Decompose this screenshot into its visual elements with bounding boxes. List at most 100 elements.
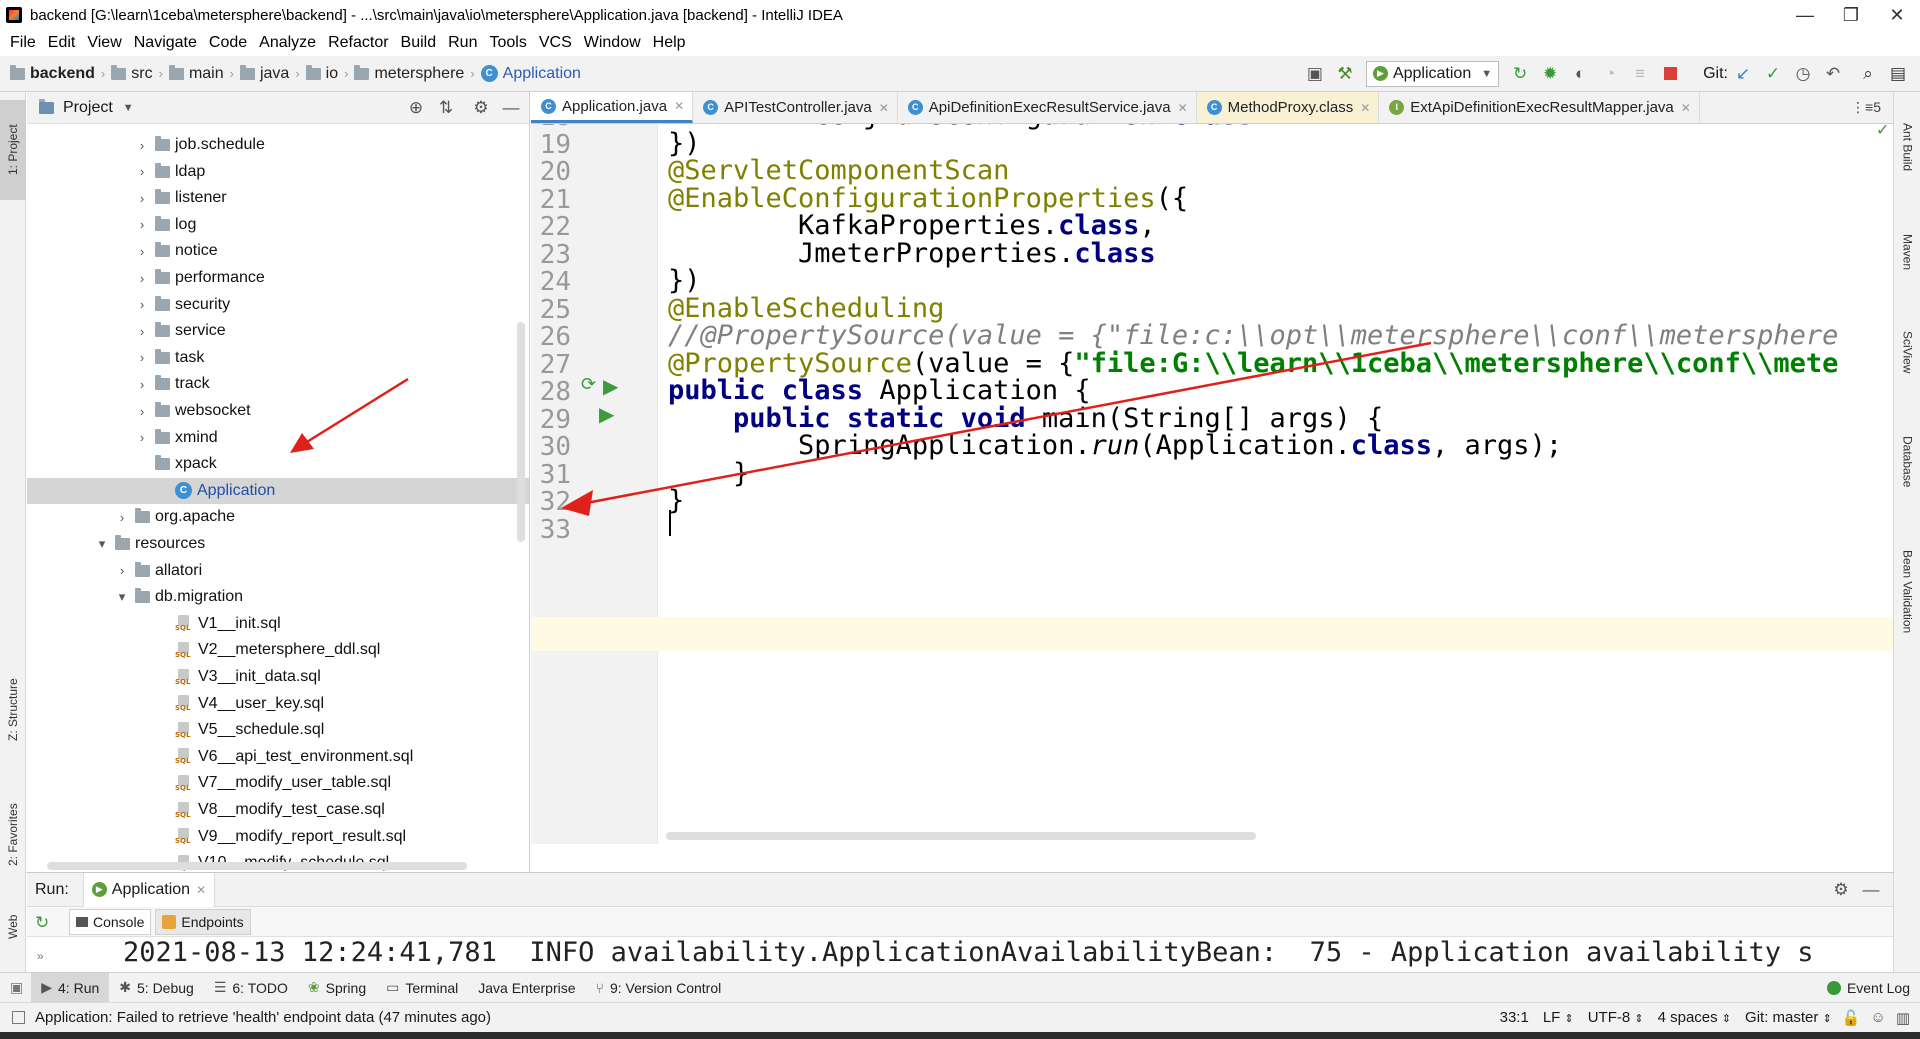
menu-run[interactable]: Run [442,34,483,52]
history-icon[interactable]: ◷ [1791,62,1815,86]
expand-arrow-icon[interactable]: › [135,244,149,259]
more-run-icon[interactable]: ≡ [1628,62,1652,86]
tree-item[interactable]: › ldap [135,159,205,185]
hide-panel-icon[interactable]: — [499,96,523,120]
editor-tab[interactable]: I ExtApiDefinitionExecResultMapper.java ✕ [1379,92,1700,123]
tree-item[interactable]: › xmind [135,425,218,451]
editor-tab[interactable]: C MethodProxy.class ✕ [1196,92,1380,123]
expand-arrow-icon[interactable]: › [135,324,149,339]
expand-arrow-icon[interactable]: › [135,138,149,153]
tree-item[interactable]: › allatori [115,558,202,584]
git-branch[interactable]: Git: master ⇕ [1745,1009,1832,1026]
expand-icon[interactable]: » [37,949,44,963]
bottom-tool-button[interactable]: ☰ 6: TODO [204,973,298,1003]
tree-item[interactable]: › track [135,371,210,397]
tree-item[interactable]: V2__metersphere_ddl.sql [155,637,380,663]
tree-item[interactable]: › websocket [135,398,251,424]
tree-item[interactable]: V6__api_test_environment.sql [155,744,413,770]
expand-arrow-icon[interactable]: › [135,217,149,232]
sciview-tab[interactable]: SciView [1894,312,1920,392]
tree-item[interactable]: V5__schedule.sql [155,717,324,743]
tree-item[interactable]: V1__init.sql [155,611,281,637]
bottom-tool-button[interactable]: ⑂ 9: Version Control [586,973,732,1003]
menu-view[interactable]: View [81,34,127,52]
lock-icon[interactable]: 🔓 [1842,1009,1861,1027]
tree-hscrollbar[interactable] [47,862,467,870]
expand-arrow-icon[interactable]: › [135,164,149,179]
git-commit-icon[interactable]: ✓ [1761,62,1785,86]
editor-tab[interactable]: C APITestController.java ✕ [693,92,898,123]
tree-item[interactable]: › performance [135,265,265,291]
status-icon[interactable] [12,1011,25,1024]
coverage-icon[interactable]: ◐ [1568,62,1592,86]
tree-item[interactable]: ▾ db.migration [115,584,243,610]
cursor-position[interactable]: 33:1 [1500,1009,1529,1026]
status-message[interactable]: Application: Failed to retrieve 'health'… [35,1009,491,1026]
tree-item[interactable]: xpack [135,451,217,477]
code-editor[interactable]: 18192021222324252627282930313233 Neo4jAu… [531,124,1893,844]
tree-item[interactable]: › listener [135,185,227,211]
inspector-icon[interactable]: ☺ [1870,1009,1885,1026]
profile-icon[interactable]: ◔ [1598,62,1622,86]
menu-navigate[interactable]: Navigate [128,34,203,52]
tree-scrollbar[interactable] [517,322,525,542]
tree-item[interactable]: › job.schedule [135,132,265,158]
hammer-icon[interactable]: ⚒ [1333,62,1357,86]
run-config-selector[interactable]: ▶ Application ▼ [1365,60,1500,87]
close-icon[interactable]: ✕ [1360,101,1370,115]
project-tool-tab[interactable]: 1: Project [0,100,26,200]
gear-icon[interactable]: ⚙ [469,96,493,120]
layout-icon[interactable]: ▤ [1886,62,1910,86]
expand-arrow-icon[interactable]: › [135,377,149,392]
search-icon[interactable]: ⌕ [1856,62,1880,86]
expand-arrow-icon[interactable]: › [135,350,149,365]
breadcrumb-item[interactable]: backend › [10,64,111,83]
bottom-tool-button[interactable]: ❀ Spring [298,973,376,1003]
indent-setting[interactable]: 4 spaces ⇕ [1658,1009,1731,1026]
tree-item[interactable]: V3__init_data.sql [155,664,321,690]
debug-icon[interactable]: ✹ [1538,62,1562,86]
breadcrumb-item[interactable]: src › [111,64,169,83]
menu-tools[interactable]: Tools [483,34,532,52]
expand-arrow-icon[interactable]: › [115,510,129,525]
menu-help[interactable]: Help [647,34,692,52]
tree-item[interactable]: › security [135,292,230,318]
line-separator[interactable]: LF ⇕ [1543,1009,1574,1026]
bottom-tool-button[interactable]: ▭ Terminal [376,973,468,1003]
close-icon[interactable]: ✕ [879,101,889,115]
menu-edit[interactable]: Edit [42,34,82,52]
menu-window[interactable]: Window [578,34,647,52]
maximize-button[interactable]: ❐ [1828,0,1874,30]
tool-window-toggle-icon[interactable]: ▣ [10,979,23,996]
build-project-icon[interactable]: ▣ [1303,62,1327,86]
tree-item[interactable]: › log [135,212,196,238]
tree-item[interactable]: › org.apache [115,504,235,530]
console-tab[interactable]: Console [69,908,152,935]
breadcrumb-item[interactable]: metersphere › [354,64,480,83]
expand-arrow-icon[interactable]: ▾ [95,536,109,552]
expand-arrow-icon[interactable]: › [135,191,149,206]
tree-item[interactable]: › task [135,345,204,371]
locate-icon[interactable]: ⊕ [404,96,428,120]
maven-tab[interactable]: Maven [1894,212,1920,292]
collapse-all-icon[interactable]: ⇅ [434,96,458,120]
breadcrumb-item[interactable]: io › [305,64,355,83]
menu-analyze[interactable]: Analyze [253,34,322,52]
web-tool-tab[interactable]: Web [0,902,26,952]
gear-icon[interactable]: ⚙ [1829,878,1853,902]
stop-icon[interactable] [1658,62,1682,86]
tree-item[interactable]: V9__modify_report_result.sql [155,824,406,850]
editor-tab[interactable]: C Application.java ✕ [531,92,694,123]
endpoints-tab[interactable]: Endpoints [155,908,251,935]
tree-item[interactable]: ▾ resources [95,531,205,557]
project-panel-title[interactable]: Project [63,99,113,117]
run-config-tab[interactable]: ▶ Application ✕ [82,872,216,907]
chevron-down-icon[interactable]: ▼ [123,102,134,114]
bean-validation-tab[interactable]: Bean Validation [1894,532,1920,652]
expand-arrow-icon[interactable]: › [135,271,149,286]
structure-tool-tab[interactable]: Z: Structure [0,657,26,762]
tree-item[interactable]: V7__modify_user_table.sql [155,770,391,796]
expand-arrow-icon[interactable]: ▾ [115,589,129,605]
breadcrumb-item[interactable]: C Application [480,65,581,83]
rerun-icon[interactable]: ↻ [35,913,49,933]
